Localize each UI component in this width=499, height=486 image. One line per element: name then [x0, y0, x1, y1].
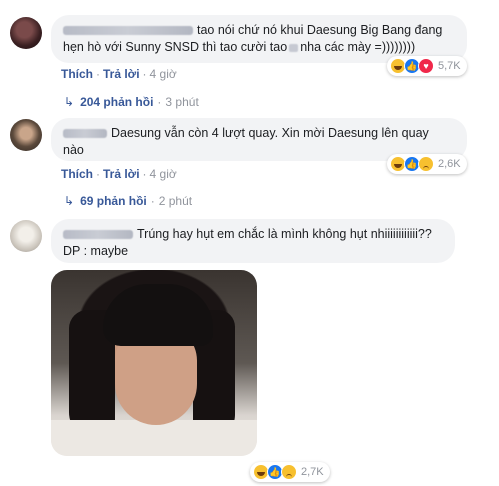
like-link[interactable]: Thích	[61, 67, 93, 81]
reply-link[interactable]: Trả lời	[103, 67, 140, 81]
love-reaction-icon: ♥	[418, 58, 434, 74]
reaction-count: 5,7K	[438, 60, 461, 72]
comment-timestamp[interactable]: 4 giờ	[150, 67, 177, 81]
commenter-name-blurred[interactable]	[63, 230, 133, 240]
comment-text: Daesung vẫn còn 4 lượt quay. Xin mời Dae…	[111, 126, 429, 140]
reactions-summary[interactable]: 👍 2,6K	[387, 154, 467, 174]
replies-time: 2 phút	[158, 194, 193, 208]
reply-arrow-icon: ↳	[64, 95, 75, 109]
commenter-avatar[interactable]	[10, 119, 42, 151]
reactions-summary[interactable]: 👍 2,7K	[250, 462, 330, 482]
comment-text: Trúng hay hụt em chắc là mình không hụt …	[137, 227, 432, 241]
comment-photo[interactable]	[51, 270, 257, 456]
comment-text: nào	[63, 143, 84, 157]
like-link[interactable]: Thích	[61, 167, 93, 181]
sad-reaction-icon	[281, 464, 297, 480]
commenter-avatar[interactable]	[10, 17, 42, 49]
sad-reaction-icon	[418, 156, 434, 172]
reaction-count: 2,6K	[438, 158, 461, 170]
comment-text: tao nói chứ nó khui Daesung Big Bang đan…	[197, 23, 443, 37]
redacted-word	[289, 43, 299, 52]
commenter-avatar[interactable]	[10, 220, 42, 252]
reply-arrow-icon: ↳	[64, 194, 75, 208]
comment-text: DP : maybe	[63, 244, 129, 258]
commenter-name-blurred[interactable]	[63, 129, 107, 139]
view-replies[interactable]: ↳ 69 phản hồi · 2 phút	[64, 194, 192, 208]
commenter-name-blurred[interactable]	[63, 26, 193, 36]
reactions-summary[interactable]: 👍 ♥ 5,7K	[387, 56, 467, 76]
replies-count-link[interactable]: 204 phản hồi	[80, 95, 153, 109]
replies-count-link[interactable]: 69 phản hồi	[80, 194, 147, 208]
comment-actions: Thích · Trả lời · 4 giờ	[61, 67, 177, 81]
view-replies[interactable]: ↳ 204 phản hồi · 3 phút	[64, 95, 199, 109]
comment-actions: Thích · Trả lời · 4 giờ	[61, 167, 177, 181]
reaction-count: 2,7K	[301, 466, 324, 478]
replies-time: 3 phút	[165, 95, 199, 109]
comment-text: hẹn hò với Sunny SNSD thì tao cười tao	[63, 40, 288, 54]
reply-link[interactable]: Trả lời	[103, 167, 140, 181]
comment-text: nha các mày =))))))))	[300, 40, 416, 54]
comment-timestamp[interactable]: 4 giờ	[150, 167, 177, 181]
comment-bubble: Trúng hay hụt em chắc là mình không hụt …	[51, 219, 455, 263]
